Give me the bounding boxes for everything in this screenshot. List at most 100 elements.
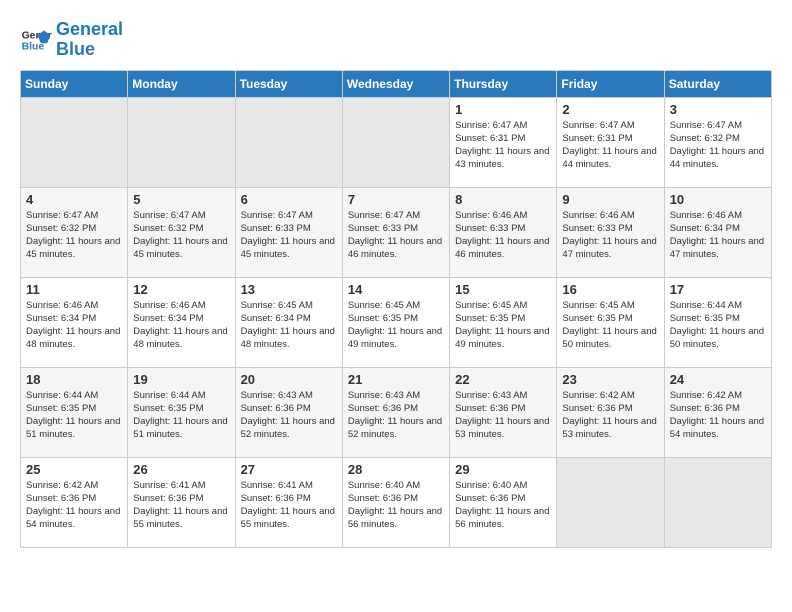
day-info: Sunrise: 6:47 AMSunset: 6:31 PMDaylight:… [562, 119, 658, 172]
day-info: Sunrise: 6:46 AMSunset: 6:34 PMDaylight:… [26, 299, 122, 352]
day-info: Sunrise: 6:46 AMSunset: 6:34 PMDaylight:… [670, 209, 766, 262]
day-number: 20 [241, 372, 337, 387]
calendar-cell: 27Sunrise: 6:41 AMSunset: 6:36 PMDayligh… [235, 457, 342, 547]
calendar-cell: 20 Sunrise: 6:43 AMSunset: 6:36 PMDayligh… [235, 367, 342, 457]
day-number: 28 [348, 462, 444, 477]
calendar-cell: 8 Sunrise: 6:46 AMSunset: 6:33 PMDaylight… [450, 187, 557, 277]
day-info: Sunrise: 6:43 AMSunset: 6:36 PMDaylight:… [241, 389, 337, 442]
day-number: 12 [133, 282, 229, 297]
day-info: Sunrise: 6:47 AMSunset: 6:32 PMDaylight:… [133, 209, 229, 262]
day-info: Sunrise: 6:47 AMSunset: 6:31 PMDaylight:… [455, 119, 551, 172]
calendar-cell: 5 Sunrise: 6:47 AMSunset: 6:32 PMDaylight… [128, 187, 235, 277]
calendar-cell [235, 97, 342, 187]
logo-text-general: General [56, 20, 123, 40]
week-row-3: 11 Sunrise: 6:46 AMSunset: 6:34 PMDayligh… [21, 277, 772, 367]
day-number: 13 [241, 282, 337, 297]
day-info: Sunrise: 6:43 AMSunset: 6:36 PMDaylight:… [455, 389, 551, 442]
week-row-5: 25Sunrise: 6:42 AMSunset: 6:36 PMDayligh… [21, 457, 772, 547]
day-number: 25 [26, 462, 122, 477]
day-number: 11 [26, 282, 122, 297]
calendar-cell: 12 Sunrise: 6:46 AMSunset: 6:34 PMDayligh… [128, 277, 235, 367]
day-number: 7 [348, 192, 444, 207]
day-info: Sunrise: 6:45 AMSunset: 6:34 PMDaylight:… [241, 299, 337, 352]
day-number: 5 [133, 192, 229, 207]
day-number: 1 [455, 102, 551, 117]
col-header-sunday: Sunday [21, 70, 128, 97]
calendar-cell: 2 Sunrise: 6:47 AMSunset: 6:31 PMDaylight… [557, 97, 664, 187]
calendar-cell: 29Sunrise: 6:40 AMSunset: 6:36 PMDayligh… [450, 457, 557, 547]
day-number: 4 [26, 192, 122, 207]
day-info: Sunrise: 6:42 AMSunset: 6:36 PMDaylight:… [670, 389, 766, 442]
day-number: 18 [26, 372, 122, 387]
svg-text:Blue: Blue [22, 41, 45, 52]
day-info: Sunrise: 6:41 AMSunset: 6:36 PMDaylight:… [241, 479, 337, 532]
col-header-saturday: Saturday [664, 70, 771, 97]
day-info: Sunrise: 6:45 AMSunset: 6:35 PMDaylight:… [562, 299, 658, 352]
day-info: Sunrise: 6:46 AMSunset: 6:34 PMDaylight:… [133, 299, 229, 352]
day-number: 26 [133, 462, 229, 477]
day-info: Sunrise: 6:41 AMSunset: 6:36 PMDaylight:… [133, 479, 229, 532]
day-number: 2 [562, 102, 658, 117]
day-info: Sunrise: 6:43 AMSunset: 6:36 PMDaylight:… [348, 389, 444, 442]
calendar-cell: 22Sunrise: 6:43 AMSunset: 6:36 PMDayligh… [450, 367, 557, 457]
header: General Blue General Blue [20, 20, 772, 60]
day-number: 21 [348, 372, 444, 387]
day-info: Sunrise: 6:42 AMSunset: 6:36 PMDaylight:… [562, 389, 658, 442]
calendar-cell [342, 97, 449, 187]
header-row: SundayMondayTuesdayWednesdayThursdayFrid… [21, 70, 772, 97]
calendar-cell: 25Sunrise: 6:42 AMSunset: 6:36 PMDayligh… [21, 457, 128, 547]
calendar-cell [557, 457, 664, 547]
calendar-cell: 3 Sunrise: 6:47 AMSunset: 6:32 PMDaylight… [664, 97, 771, 187]
col-header-monday: Monday [128, 70, 235, 97]
col-header-friday: Friday [557, 70, 664, 97]
day-info: Sunrise: 6:40 AMSunset: 6:36 PMDaylight:… [348, 479, 444, 532]
calendar-cell [128, 97, 235, 187]
calendar-cell: 1 Sunrise: 6:47 AMSunset: 6:31 PMDaylight… [450, 97, 557, 187]
day-number: 24 [670, 372, 766, 387]
logo-icon: General Blue [20, 24, 52, 56]
day-info: Sunrise: 6:44 AMSunset: 6:35 PMDaylight:… [26, 389, 122, 442]
day-info: Sunrise: 6:45 AMSunset: 6:35 PMDaylight:… [455, 299, 551, 352]
day-number: 23 [562, 372, 658, 387]
calendar-cell: 6Sunrise: 6:47 AMSunset: 6:33 PMDaylight… [235, 187, 342, 277]
calendar-cell: 26 Sunrise: 6:41 AMSunset: 6:36 PMDayligh… [128, 457, 235, 547]
logo-text-blue: Blue [56, 40, 123, 60]
col-header-thursday: Thursday [450, 70, 557, 97]
day-number: 10 [670, 192, 766, 207]
calendar-cell: 18 Sunrise: 6:44 AMSunset: 6:35 PMDayligh… [21, 367, 128, 457]
calendar-cell: 11 Sunrise: 6:46 AMSunset: 6:34 PMDayligh… [21, 277, 128, 367]
calendar-cell: 28 Sunrise: 6:40 AMSunset: 6:36 PMDayligh… [342, 457, 449, 547]
day-number: 3 [670, 102, 766, 117]
col-header-wednesday: Wednesday [342, 70, 449, 97]
day-number: 14 [348, 282, 444, 297]
logo: General Blue General Blue [20, 20, 123, 60]
day-number: 15 [455, 282, 551, 297]
week-row-1: 1 Sunrise: 6:47 AMSunset: 6:31 PMDaylight… [21, 97, 772, 187]
day-info: Sunrise: 6:45 AMSunset: 6:35 PMDaylight:… [348, 299, 444, 352]
calendar-cell: 15 Sunrise: 6:45 AMSunset: 6:35 PMDayligh… [450, 277, 557, 367]
day-info: Sunrise: 6:46 AMSunset: 6:33 PMDaylight:… [455, 209, 551, 262]
calendar-cell: 14 Sunrise: 6:45 AMSunset: 6:35 PMDayligh… [342, 277, 449, 367]
calendar-cell: 23 Sunrise: 6:42 AMSunset: 6:36 PMDayligh… [557, 367, 664, 457]
calendar-cell: 10 Sunrise: 6:46 AMSunset: 6:34 PMDayligh… [664, 187, 771, 277]
calendar-cell: 13 Sunrise: 6:45 AMSunset: 6:34 PMDayligh… [235, 277, 342, 367]
day-number: 17 [670, 282, 766, 297]
day-info: Sunrise: 6:47 AMSunset: 6:32 PMDaylight:… [670, 119, 766, 172]
calendar-cell: 24 Sunrise: 6:42 AMSunset: 6:36 PMDayligh… [664, 367, 771, 457]
calendar-cell: 9Sunrise: 6:46 AMSunset: 6:33 PMDaylight… [557, 187, 664, 277]
week-row-2: 4 Sunrise: 6:47 AMSunset: 6:32 PMDaylight… [21, 187, 772, 277]
calendar-cell: 7 Sunrise: 6:47 AMSunset: 6:33 PMDaylight… [342, 187, 449, 277]
calendar-cell [664, 457, 771, 547]
week-row-4: 18 Sunrise: 6:44 AMSunset: 6:35 PMDayligh… [21, 367, 772, 457]
calendar-cell: 19Sunrise: 6:44 AMSunset: 6:35 PMDayligh… [128, 367, 235, 457]
day-info: Sunrise: 6:40 AMSunset: 6:36 PMDaylight:… [455, 479, 551, 532]
day-number: 8 [455, 192, 551, 207]
day-info: Sunrise: 6:44 AMSunset: 6:35 PMDaylight:… [670, 299, 766, 352]
calendar-cell: 21 Sunrise: 6:43 AMSunset: 6:36 PMDayligh… [342, 367, 449, 457]
day-info: Sunrise: 6:44 AMSunset: 6:35 PMDaylight:… [133, 389, 229, 442]
day-info: Sunrise: 6:47 AMSunset: 6:32 PMDaylight:… [26, 209, 122, 262]
calendar-table: SundayMondayTuesdayWednesdayThursdayFrid… [20, 70, 772, 548]
calendar-cell: 17 Sunrise: 6:44 AMSunset: 6:35 PMDayligh… [664, 277, 771, 367]
day-number: 9 [562, 192, 658, 207]
day-info: Sunrise: 6:47 AMSunset: 6:33 PMDaylight:… [348, 209, 444, 262]
